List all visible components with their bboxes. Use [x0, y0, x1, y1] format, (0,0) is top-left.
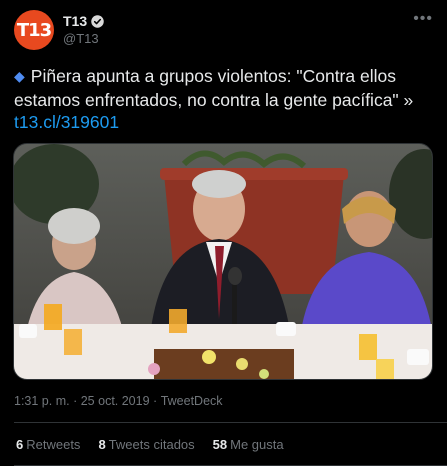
tweet-text: ◆ Piñera apunta a grupos violentos: "Cont… — [14, 65, 434, 134]
photo-illustration — [14, 144, 432, 379]
tweet-timestamp: 1:31 p. m. · 25 oct. 2019 · TweetDeck — [14, 394, 223, 408]
verified-icon — [91, 15, 104, 28]
quote-tweets-count: 8 — [98, 437, 106, 452]
more-options-icon[interactable]: ••• — [413, 10, 433, 28]
divider — [14, 422, 447, 423]
author-info: T13 @T13 — [63, 13, 105, 47]
tweet-body: Piñera apunta a grupos violentos: "Contr… — [14, 66, 414, 110]
likes-stat[interactable]: 58 Me gusta — [213, 437, 284, 452]
retweets-count: 6 — [16, 437, 24, 452]
diamond-icon: ◆ — [14, 68, 25, 84]
display-name[interactable]: T13 — [63, 13, 87, 30]
retweets-label: Retweets — [26, 437, 81, 452]
tweet-header: T13 T13 @T13 ••• — [14, 10, 437, 52]
handle[interactable]: @T13 — [63, 30, 105, 47]
avatar-logo-text: T13 — [16, 19, 52, 41]
retweets-stat[interactable]: 6 Retweets — [16, 437, 80, 452]
tweet-photo[interactable] — [13, 143, 433, 380]
tweet-source[interactable]: TweetDeck — [161, 394, 223, 408]
tweet-date[interactable]: 25 oct. 2019 — [81, 394, 150, 408]
likes-label: Me gusta — [230, 437, 284, 452]
tweet-card: T13 T13 @T13 ••• ◆ Piñera apunta a grupos… — [0, 0, 447, 466]
likes-count: 58 — [212, 437, 228, 452]
quote-tweets-label: Tweets citados — [108, 437, 195, 452]
quote-tweets-stat[interactable]: 8 Tweets citados — [98, 437, 194, 452]
tweet-time[interactable]: 1:31 p. m. — [14, 394, 70, 408]
tweet-stats: 6 Retweets 8 Tweets citados 58 Me gusta — [16, 437, 302, 452]
name-row: T13 — [63, 13, 105, 30]
avatar[interactable]: T13 — [14, 10, 54, 50]
tweet-link[interactable]: t13.cl/319601 — [14, 112, 119, 132]
